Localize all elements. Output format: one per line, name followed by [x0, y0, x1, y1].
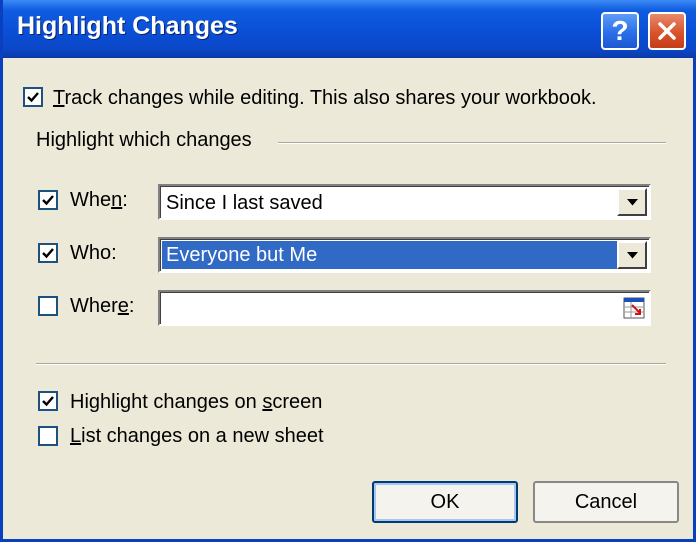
checkmark-icon — [42, 396, 54, 407]
who-label[interactable]: Who: — [70, 242, 117, 265]
when-dropdown[interactable]: Since I last saved — [158, 184, 651, 220]
where-label[interactable]: Where: — [70, 295, 134, 318]
where-range-field[interactable] — [158, 290, 651, 326]
checkmark-icon — [27, 92, 39, 103]
when-dropdown-button[interactable] — [617, 188, 647, 216]
where-checkbox[interactable] — [38, 296, 58, 316]
when-label[interactable]: When: — [70, 189, 128, 212]
checkmark-icon — [42, 195, 54, 206]
who-value: Everyone but Me — [162, 241, 618, 269]
highlight-on-screen-label[interactable]: Highlight changes on screen — [70, 391, 322, 414]
track-changes-label[interactable]: Track changes while editing. This also s… — [53, 87, 597, 110]
group-title-divider — [278, 142, 666, 144]
help-button[interactable]: ? — [601, 12, 639, 50]
who-dropdown-button[interactable] — [617, 241, 647, 269]
who-checkbox[interactable] — [38, 243, 58, 263]
when-value: Since I last saved — [166, 192, 323, 214]
dialog-title: Highlight Changes — [17, 12, 238, 40]
list-changes-label[interactable]: List changes on a new sheet — [70, 425, 324, 448]
highlight-on-screen-checkbox[interactable] — [38, 391, 58, 411]
checkmark-icon — [42, 248, 54, 259]
highlight-changes-dialog: Highlight Changes ? Track changes while … — [0, 0, 696, 542]
section-divider — [36, 363, 666, 365]
chevron-down-icon — [627, 199, 638, 206]
ok-button[interactable]: OK — [372, 481, 518, 523]
cancel-button[interactable]: Cancel — [533, 481, 679, 523]
range-select-icon — [623, 297, 645, 319]
when-checkbox[interactable] — [38, 190, 58, 210]
help-icon: ? — [611, 15, 629, 46]
chevron-down-icon — [627, 252, 638, 259]
who-dropdown[interactable]: Everyone but Me — [158, 237, 651, 273]
title-bar[interactable]: Highlight Changes ? — [3, 0, 696, 58]
close-button[interactable] — [648, 12, 686, 50]
list-changes-checkbox[interactable] — [38, 426, 58, 446]
close-icon — [658, 22, 676, 40]
group-title: Highlight which changes — [36, 129, 252, 151]
track-changes-checkbox[interactable] — [23, 87, 43, 107]
collapse-dialog-button[interactable] — [623, 296, 645, 320]
